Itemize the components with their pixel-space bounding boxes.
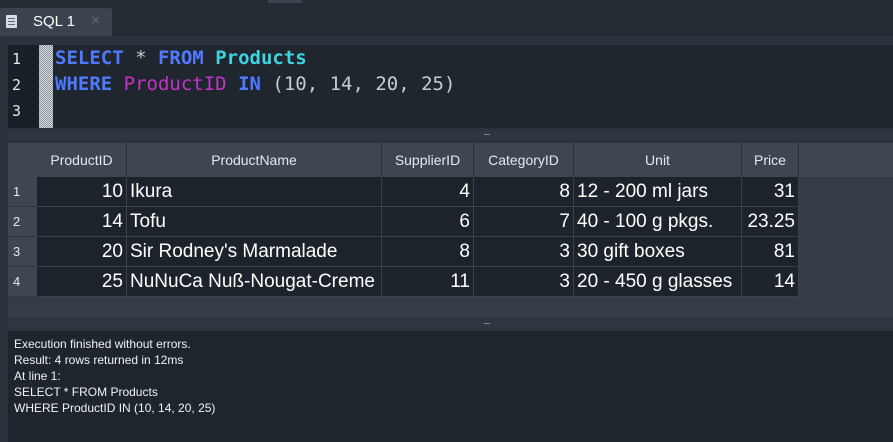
line-number: 2 xyxy=(12,76,22,94)
select-star: * xyxy=(123,47,158,69)
table-name: Products xyxy=(215,47,307,69)
cell-price[interactable]: 31 xyxy=(742,177,799,207)
cell-categoryid[interactable]: 8 xyxy=(474,177,574,207)
cell-productid[interactable]: 10 xyxy=(37,177,127,207)
keyword-select: SELECT xyxy=(55,47,124,69)
row-number[interactable]: 4 xyxy=(8,267,37,297)
splitter-grip xyxy=(484,134,490,135)
keyword-from: FROM xyxy=(157,47,204,69)
cell-unit[interactable]: 40 - 100 g pkgs. xyxy=(574,207,742,237)
tab-close-icon[interactable]: × xyxy=(91,12,100,30)
value-list: (10, 14, 20, 25) xyxy=(260,73,456,95)
results-grid: ProductID ProductName SupplierID Categor… xyxy=(8,143,893,318)
column-header-categoryid[interactable]: CategoryID xyxy=(474,143,574,177)
message-status: Execution finished without errors. xyxy=(14,337,191,351)
line-number-gutter: 1 2 3 xyxy=(8,45,39,128)
sql-editor[interactable]: 1 2 3 SELECT * FROM Products WHERE Produ… xyxy=(8,45,893,128)
editor-splitter-handle[interactable] xyxy=(8,131,893,139)
cell-categoryid[interactable]: 3 xyxy=(474,267,574,297)
cell-productid[interactable]: 25 xyxy=(37,267,127,297)
code-line-2[interactable]: WHERE ProductID IN (10, 14, 20, 25) xyxy=(55,73,455,95)
sql-document-icon xyxy=(6,15,17,28)
cell-productname[interactable]: NuNuCa Nuß-Nougat-Creme xyxy=(127,267,382,297)
cell-supplierid[interactable]: 4 xyxy=(382,177,474,207)
column-header-productid[interactable]: ProductID xyxy=(37,143,127,177)
results-splitter-handle[interactable] xyxy=(8,320,893,328)
tab-sql-1[interactable]: SQL 1 × xyxy=(0,8,112,36)
cell-categoryid[interactable]: 7 xyxy=(474,207,574,237)
cell-unit[interactable]: 12 - 200 ml jars xyxy=(574,177,742,207)
column-header-supplierid[interactable]: SupplierID xyxy=(382,143,474,177)
tab-bar-notch xyxy=(268,0,302,3)
row-number[interactable]: 3 xyxy=(8,237,37,267)
column-header-unit[interactable]: Unit xyxy=(574,143,742,177)
row-number[interactable]: 1 xyxy=(8,177,37,207)
line-number: 3 xyxy=(12,102,22,120)
column-name: ProductID xyxy=(123,73,227,95)
cell-price[interactable]: 14 xyxy=(742,267,799,297)
cell-productname[interactable]: Ikura xyxy=(127,177,382,207)
cell-unit[interactable]: 30 gift boxes xyxy=(574,237,742,267)
message-query-line-2: WHERE ProductID IN (10, 14, 20, 25) xyxy=(14,401,216,415)
message-result: Result: 4 rows returned in 12ms xyxy=(14,353,184,367)
cell-supplierid[interactable]: 6 xyxy=(382,207,474,237)
cell-productname[interactable]: Sir Rodney's Marmalade xyxy=(127,237,382,267)
cell-supplierid[interactable]: 8 xyxy=(382,237,474,267)
cell-productname[interactable]: Tofu xyxy=(127,207,382,237)
cell-productid[interactable]: 14 xyxy=(37,207,127,237)
cell-price[interactable]: 81 xyxy=(742,237,799,267)
code-line-1[interactable]: SELECT * FROM Products xyxy=(55,47,307,69)
header-filler xyxy=(799,143,893,177)
column-header-productname[interactable]: ProductName xyxy=(127,143,382,177)
tab-label: SQL 1 xyxy=(33,13,75,30)
message-line-info: At line 1: xyxy=(14,369,61,383)
keyword-where: WHERE xyxy=(55,73,113,95)
message-query-line-1: SELECT * FROM Products xyxy=(14,385,158,399)
cell-unit[interactable]: 20 - 450 g glasses xyxy=(574,267,742,297)
cell-price[interactable]: 23.25 xyxy=(742,207,799,237)
keyword-in: IN xyxy=(238,73,261,95)
cell-productid[interactable]: 20 xyxy=(37,237,127,267)
message-panel[interactable]: Execution finished without errors. Resul… xyxy=(8,331,893,442)
fold-margin[interactable] xyxy=(39,45,53,128)
cell-categoryid[interactable]: 3 xyxy=(474,237,574,267)
cell-supplierid[interactable]: 11 xyxy=(382,267,474,297)
column-header-price[interactable]: Price xyxy=(742,143,799,177)
row-number[interactable]: 2 xyxy=(8,207,37,237)
splitter-grip xyxy=(484,323,490,324)
tab-bar: SQL 1 × xyxy=(0,0,893,36)
grid-corner[interactable] xyxy=(8,143,37,177)
line-number: 1 xyxy=(12,50,22,68)
